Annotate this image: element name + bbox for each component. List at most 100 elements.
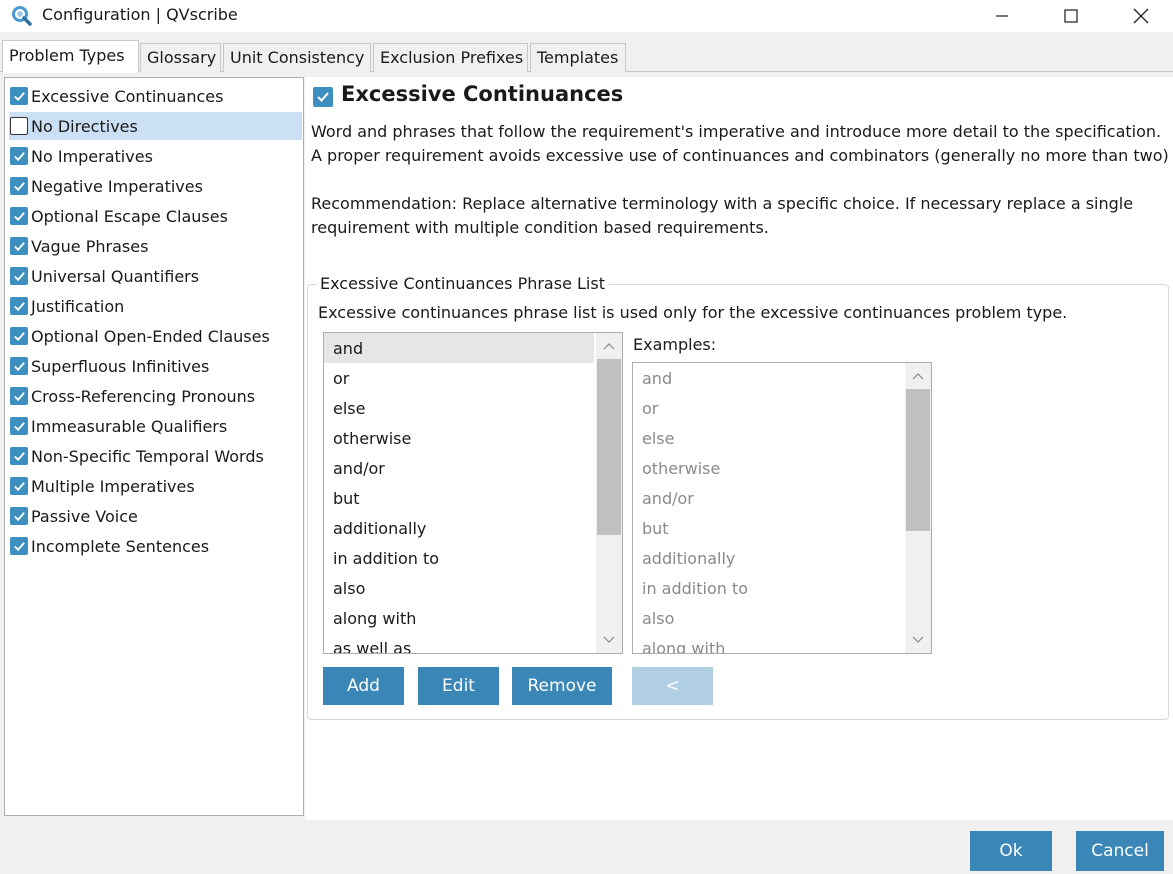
checkbox-checked-icon[interactable] bbox=[10, 237, 28, 255]
problem-type-item[interactable]: Superfluous Infinitives bbox=[10, 352, 302, 380]
example-list-item: otherwise bbox=[642, 458, 721, 478]
problem-type-label: Cross-Referencing Pronouns bbox=[31, 386, 256, 406]
phrase-list-item[interactable]: else bbox=[324, 393, 594, 423]
checkbox-checked-icon[interactable] bbox=[10, 297, 28, 315]
problem-type-label: Passive Voice bbox=[31, 506, 138, 526]
scroll-up-arrow-icon[interactable] bbox=[596, 333, 622, 359]
phrase-list-item[interactable]: and/or bbox=[324, 453, 594, 483]
scroll-down-arrow-icon[interactable] bbox=[905, 627, 931, 653]
remove-phrase-button[interactable]: Remove bbox=[512, 667, 612, 705]
problem-type-label: Optional Escape Clauses bbox=[31, 206, 228, 226]
phrase-list-scrollbar[interactable] bbox=[596, 333, 622, 653]
problem-type-label: Superfluous Infinitives bbox=[31, 356, 210, 376]
minimize-icon bbox=[996, 15, 1008, 17]
phrase-listbox[interactable]: and or else otherwise and/or but additionally i… bbox=[323, 332, 623, 654]
problem-type-label: Excessive Continuances bbox=[31, 86, 224, 106]
problem-type-label: No Directives bbox=[31, 116, 138, 136]
move-to-phrases-button[interactable]: < bbox=[632, 667, 713, 705]
scroll-down-arrow-icon[interactable] bbox=[596, 627, 622, 653]
phrase-list-item[interactable]: along with bbox=[324, 603, 594, 633]
description-line: A proper requirement avoids excessive us… bbox=[311, 146, 1169, 165]
examples-list-scrollbar[interactable] bbox=[905, 363, 931, 653]
maximize-button[interactable] bbox=[1048, 0, 1094, 32]
checkbox-checked-icon[interactable] bbox=[10, 417, 28, 435]
checkbox-checked-icon[interactable] bbox=[10, 357, 28, 375]
problem-type-item[interactable]: Immeasurable Qualifiers bbox=[10, 412, 302, 440]
problem-type-label: Immeasurable Qualifiers bbox=[31, 416, 228, 436]
checkbox-checked-icon[interactable] bbox=[10, 537, 28, 555]
ok-button[interactable]: Ok bbox=[970, 831, 1052, 871]
example-list-item: and/or bbox=[642, 488, 694, 508]
phrase-list-item[interactable]: otherwise bbox=[324, 423, 594, 453]
example-list-item: in addition to bbox=[642, 578, 749, 598]
problem-type-description: Word and phrases that follow the require… bbox=[311, 120, 1169, 168]
examples-listbox[interactable]: and or else otherwise and/or but additionally i… bbox=[632, 362, 932, 654]
cancel-button[interactable]: Cancel bbox=[1076, 831, 1164, 871]
problem-type-label: No Imperatives bbox=[31, 146, 153, 166]
problem-type-item[interactable]: Justification bbox=[10, 292, 302, 320]
phrase-list-item[interactable]: but bbox=[324, 483, 594, 513]
example-list-item: and bbox=[642, 368, 673, 388]
problem-type-label: Optional Open-Ended Clauses bbox=[31, 326, 270, 346]
recommendation-line: requirement with multiple condition base… bbox=[311, 218, 769, 237]
example-list-item: additionally bbox=[642, 548, 736, 568]
problem-type-detail: Excessive Continuances Word and phrases … bbox=[305, 77, 1173, 820]
recommendation-text: Recommendation: Replace alternative term… bbox=[311, 192, 1169, 240]
problem-type-item[interactable]: Excessive Continuances bbox=[10, 82, 302, 110]
problem-type-item[interactable]: Optional Open-Ended Clauses bbox=[10, 322, 302, 350]
scroll-thumb[interactable] bbox=[906, 389, 930, 531]
window-title: Configuration | QVscribe bbox=[42, 5, 238, 24]
checkmark-icon bbox=[317, 92, 329, 102]
tab-unit-consistency[interactable]: Unit Consistency bbox=[223, 43, 371, 72]
problem-type-item[interactable]: Negative Imperatives bbox=[10, 172, 302, 200]
checkbox-checked-icon[interactable] bbox=[10, 327, 28, 345]
checkbox-checked-icon[interactable] bbox=[10, 477, 28, 495]
scroll-thumb[interactable] bbox=[597, 359, 621, 535]
phrase-list-item[interactable]: as well as bbox=[324, 633, 594, 654]
close-button[interactable] bbox=[1118, 0, 1164, 32]
problem-type-title: Excessive Continuances bbox=[341, 82, 624, 106]
tab-exclusion-prefixes[interactable]: Exclusion Prefixes bbox=[373, 43, 528, 72]
problem-type-item[interactable]: Incomplete Sentences bbox=[10, 532, 302, 560]
tab-glossary[interactable]: Glossary bbox=[140, 43, 221, 72]
scroll-up-arrow-icon[interactable] bbox=[905, 363, 931, 389]
phrase-list-description: Excessive continuances phrase list is us… bbox=[318, 303, 1068, 322]
problem-type-item[interactable]: Universal Quantifiers bbox=[10, 262, 302, 290]
edit-phrase-button[interactable]: Edit bbox=[418, 667, 499, 705]
example-list-item: also bbox=[642, 608, 675, 628]
maximize-icon bbox=[1064, 9, 1078, 23]
app-logo-icon bbox=[12, 6, 32, 26]
problem-type-item[interactable]: No Directives bbox=[9, 112, 302, 140]
example-list-item: else bbox=[642, 428, 675, 448]
problem-type-item[interactable]: No Imperatives bbox=[10, 142, 302, 170]
phrase-list-item[interactable]: also bbox=[324, 573, 594, 603]
tab-problem-types[interactable]: Problem Types bbox=[2, 40, 139, 73]
phrase-list-legend: Excessive Continuances Phrase List bbox=[316, 274, 609, 293]
tab-templates[interactable]: Templates bbox=[530, 43, 626, 72]
description-line: Word and phrases that follow the require… bbox=[311, 122, 1162, 141]
problem-type-item[interactable]: Optional Escape Clauses bbox=[10, 202, 302, 230]
checkbox-checked-icon[interactable] bbox=[10, 147, 28, 165]
problem-type-item[interactable]: Passive Voice bbox=[10, 502, 302, 530]
phrase-list-item[interactable]: in addition to bbox=[324, 543, 594, 573]
checkbox-unchecked-icon[interactable] bbox=[10, 117, 28, 135]
problem-type-enabled-checkbox[interactable] bbox=[313, 87, 333, 107]
checkbox-checked-icon[interactable] bbox=[10, 177, 28, 195]
phrase-list-item[interactable]: or bbox=[324, 363, 594, 393]
examples-label: Examples: bbox=[633, 335, 717, 354]
checkbox-checked-icon[interactable] bbox=[10, 87, 28, 105]
checkbox-checked-icon[interactable] bbox=[10, 507, 28, 525]
add-phrase-button[interactable]: Add bbox=[323, 667, 404, 705]
checkbox-checked-icon[interactable] bbox=[10, 447, 28, 465]
problem-type-item[interactable]: Non-Specific Temporal Words bbox=[10, 442, 302, 470]
problem-type-item[interactable]: Vague Phrases bbox=[10, 232, 302, 260]
problem-type-item[interactable]: Cross-Referencing Pronouns bbox=[10, 382, 302, 410]
problem-type-label: Justification bbox=[31, 296, 125, 316]
phrase-list-item[interactable]: additionally bbox=[324, 513, 594, 543]
checkbox-checked-icon[interactable] bbox=[10, 207, 28, 225]
problem-type-item[interactable]: Multiple Imperatives bbox=[10, 472, 302, 500]
checkbox-checked-icon[interactable] bbox=[10, 267, 28, 285]
phrase-list-item[interactable]: and bbox=[324, 333, 594, 363]
minimize-button[interactable] bbox=[979, 0, 1025, 32]
checkbox-checked-icon[interactable] bbox=[10, 387, 28, 405]
